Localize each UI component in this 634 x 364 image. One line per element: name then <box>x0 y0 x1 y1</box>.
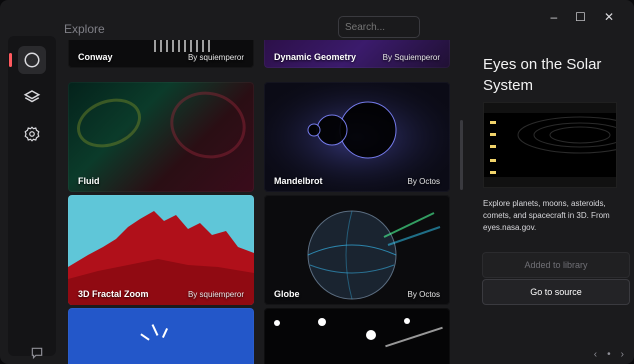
card-art <box>366 330 376 340</box>
card-title: Globe <box>274 289 300 299</box>
added-to-library-button[interactable]: Added to library <box>482 252 630 278</box>
app-window: Explore – ☐ ✕ Conway By squiemperor Dyna… <box>0 0 634 364</box>
card-author: By Squiemperor <box>382 53 440 62</box>
card-title: Fluid <box>78 176 100 186</box>
side-rail <box>8 36 56 356</box>
detail-panel: Eyes on the Solar System Explore planets… <box>470 40 634 356</box>
maximize-button[interactable]: ☐ <box>575 10 586 24</box>
compass-icon <box>24 52 40 68</box>
status-left-icon: ‹ <box>593 349 598 360</box>
card-author: By squiemperor <box>187 290 244 299</box>
card-bottom-left[interactable] <box>68 308 254 364</box>
detail-title: Eyes on the Solar System <box>483 56 602 94</box>
card-mandelbrot[interactable]: Mandelbrot By Octos <box>264 82 450 192</box>
feedback-icon[interactable] <box>30 346 44 360</box>
status-icons: ‹ • › <box>594 349 624 360</box>
card-title: 3D Fractal Zoom <box>78 289 149 299</box>
card-globe[interactable]: Globe By Octos <box>264 195 450 305</box>
card-art <box>161 328 169 338</box>
card-pattern <box>154 40 210 52</box>
explore-grid: Conway By squiemperor Dynamic Geometry B… <box>66 40 452 364</box>
rail-explore-button[interactable] <box>9 46 46 74</box>
card-bottom-right[interactable] <box>264 308 450 364</box>
page-title: Explore <box>64 22 105 36</box>
search-input[interactable] <box>338 16 420 38</box>
gear-icon <box>24 126 40 142</box>
minimize-button[interactable]: – <box>550 10 557 24</box>
window-controls: – ☐ ✕ <box>550 10 614 24</box>
close-button[interactable]: ✕ <box>604 10 614 24</box>
rail-settings-button[interactable] <box>18 120 46 148</box>
go-to-source-button[interactable]: Go to source <box>482 279 630 305</box>
card-art <box>162 83 254 167</box>
status-right-icon: › <box>620 349 624 360</box>
card-art <box>70 90 148 156</box>
card-author: By Octos <box>407 290 440 299</box>
detail-preview <box>483 102 634 188</box>
card-art <box>318 318 326 326</box>
card-title: Dynamic Geometry <box>274 52 357 62</box>
card-3d-fractal-zoom[interactable]: 3D Fractal Zoom By squiemperor <box>68 195 254 305</box>
card-art <box>404 318 410 324</box>
status-mid-icon: • <box>607 349 611 360</box>
card-art <box>151 324 159 336</box>
solar-system-preview <box>484 103 634 187</box>
card-art <box>385 326 443 348</box>
card-conway[interactable]: Conway By squiemperor <box>68 40 254 68</box>
card-title: Conway <box>78 52 113 62</box>
card-author: By squiemperor <box>187 53 244 62</box>
detail-description: Explore planets, moons, asteroids, comet… <box>483 199 610 232</box>
layers-icon <box>23 90 41 103</box>
card-title: Mandelbrot <box>274 176 323 186</box>
card-fluid[interactable]: Fluid <box>68 82 254 192</box>
card-art <box>274 320 280 326</box>
feedback-glyph-icon <box>31 347 43 360</box>
card-dynamic-geometry[interactable]: Dynamic Geometry By Squiemperor <box>264 40 450 68</box>
card-art <box>140 333 150 341</box>
rail-library-button[interactable] <box>18 83 46 111</box>
scrollbar[interactable] <box>460 120 463 190</box>
card-author: By Octos <box>407 177 440 186</box>
